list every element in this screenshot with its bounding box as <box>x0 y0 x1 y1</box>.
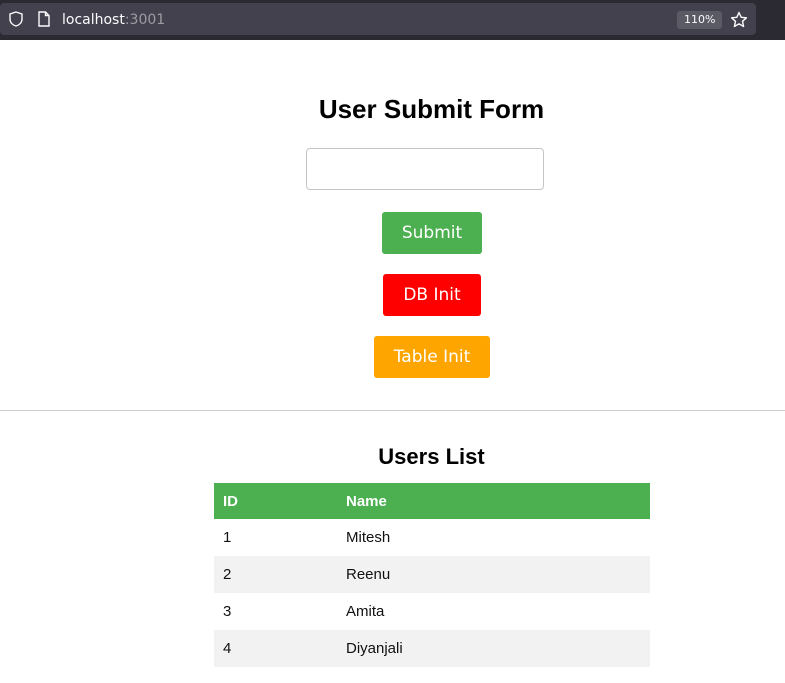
users-table: ID Name 1 Mitesh 2 Reenu 3 Amita 4 Diyan… <box>214 483 650 667</box>
cell-name: Mitesh <box>346 529 391 546</box>
db-init-button[interactable]: DB Init <box>383 274 481 316</box>
shield-icon[interactable] <box>9 11 23 27</box>
cell-id: 1 <box>223 529 232 546</box>
page-icon <box>38 11 50 27</box>
table-header: ID Name <box>214 483 650 519</box>
form-title: User Submit Form <box>318 94 545 124</box>
column-header-name: Name <box>346 492 387 510</box>
url-text[interactable]: localhost:3001 <box>62 12 165 28</box>
table-init-button[interactable]: Table Init <box>374 336 490 378</box>
url-bar[interactable]: localhost:3001 110% <box>0 3 756 35</box>
cell-id: 2 <box>223 566 232 583</box>
table-row: 1 Mitesh <box>214 519 650 556</box>
users-list-title: Users List <box>378 444 485 469</box>
bookmark-star-icon[interactable] <box>730 11 748 29</box>
table-row: 2 Reenu <box>214 556 650 593</box>
cell-id: 3 <box>223 603 232 620</box>
cell-id: 4 <box>223 640 232 657</box>
url-host: localhost <box>62 12 125 28</box>
cell-name: Amita <box>346 603 385 620</box>
submit-button[interactable]: Submit <box>382 212 482 254</box>
column-header-id: ID <box>223 492 238 510</box>
browser-toolbar: localhost:3001 110% <box>0 0 785 40</box>
section-divider <box>0 410 785 411</box>
table-row: 3 Amita <box>214 593 650 630</box>
cell-name: Diyanjali <box>346 640 403 657</box>
cell-name: Reenu <box>346 566 391 583</box>
url-port: :3001 <box>124 12 166 28</box>
page-content: User Submit Form Submit DB Init Table In… <box>0 40 785 683</box>
user-name-input[interactable] <box>306 148 544 190</box>
zoom-level-badge[interactable]: 110% <box>677 11 723 29</box>
table-row: 4 Diyanjali <box>214 630 650 667</box>
